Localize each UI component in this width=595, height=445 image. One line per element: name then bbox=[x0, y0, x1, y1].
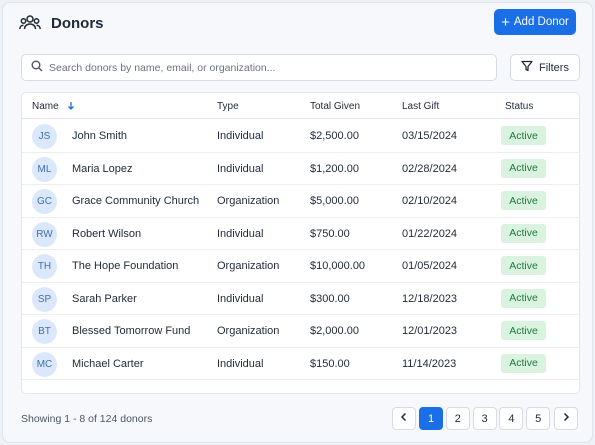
total-given: $2,500.00 bbox=[310, 130, 359, 142]
table-header: Name Type Total Given Last Gift Status bbox=[22, 93, 579, 119]
donor-name[interactable]: Sarah Parker bbox=[72, 293, 137, 305]
avatar: GC bbox=[32, 189, 57, 214]
donor-type: Individual bbox=[217, 130, 264, 142]
status-badge: Active bbox=[501, 191, 546, 210]
page-button-2[interactable]: 2 bbox=[445, 407, 470, 430]
donors-table: Name Type Total Given Last Gift Status J… bbox=[21, 92, 580, 394]
page-button-3[interactable]: 3 bbox=[472, 407, 497, 430]
total-given: $2,000.00 bbox=[310, 325, 359, 337]
last-gift: 03/15/2024 bbox=[402, 130, 458, 142]
last-gift: 12/18/2023 bbox=[402, 292, 458, 305]
column-header-name[interactable]: Name bbox=[32, 101, 75, 113]
column-header-type[interactable]: Type bbox=[217, 101, 239, 112]
donors-window: Donors + Add Donor Filters Name bbox=[2, 2, 593, 443]
page-button-4[interactable]: 4 bbox=[499, 407, 524, 430]
column-header-status[interactable]: Status bbox=[505, 101, 533, 112]
total-given: $5,000.00 bbox=[310, 195, 359, 207]
status-badge: Active bbox=[501, 353, 546, 373]
last-gift: 02/28/2024 bbox=[402, 162, 458, 175]
table-row[interactable]: TH The Hope Foundation Organization $10,000… bbox=[22, 250, 579, 283]
donor-type: Individual bbox=[217, 162, 264, 175]
donor-type: Organization bbox=[217, 325, 280, 337]
column-header-last-gift[interactable]: Last Gift bbox=[402, 101, 439, 112]
filters-button[interactable]: Filters bbox=[510, 54, 580, 81]
table-row[interactable]: JS John Smith Individual $2,500.00 03/15/202… bbox=[22, 120, 579, 153]
sort-arrow-icon[interactable] bbox=[67, 101, 75, 113]
page-button-1[interactable]: 1 bbox=[419, 407, 443, 430]
last-gift: 12/01/2023 bbox=[402, 325, 458, 337]
page-button-5[interactable]: 5 bbox=[526, 407, 551, 430]
donor-name[interactable]: Blessed Tomorrow Fund bbox=[72, 325, 190, 337]
chevron-right-icon bbox=[562, 412, 570, 425]
search-icon bbox=[31, 59, 43, 77]
donor-type: Individual bbox=[217, 292, 264, 305]
chevron-left-icon bbox=[400, 412, 408, 425]
status-badge: Active bbox=[501, 256, 546, 275]
status-badge: Active bbox=[501, 288, 546, 308]
avatar: RW bbox=[32, 221, 57, 247]
donor-name[interactable]: The Hope Foundation bbox=[72, 260, 178, 272]
avatar: SP bbox=[32, 286, 57, 312]
table-row[interactable]: SP Sarah Parker Individual $300.00 12/18/202… bbox=[22, 283, 579, 315]
table-row[interactable]: BT Blessed Tomorrow Fund Organization $2,00… bbox=[22, 315, 579, 348]
donor-type: Individual bbox=[217, 357, 264, 370]
people-group-icon bbox=[19, 12, 41, 34]
last-gift: 01/05/2024 bbox=[402, 260, 458, 272]
filter-icon bbox=[521, 60, 533, 75]
last-gift: 02/10/2024 bbox=[402, 195, 458, 207]
plus-icon: + bbox=[501, 13, 510, 31]
status-badge: Active bbox=[501, 126, 546, 145]
avatar: ML bbox=[32, 156, 57, 182]
avatar: BT bbox=[32, 319, 57, 344]
page-title: Donors bbox=[51, 14, 104, 32]
table-row[interactable]: GC Grace Community Church Organization $5,0… bbox=[22, 185, 579, 218]
donor-name[interactable]: Grace Community Church bbox=[72, 195, 199, 207]
page-header: Donors + Add Donor bbox=[3, 3, 592, 43]
total-given: $1,200.00 bbox=[310, 162, 359, 175]
table-row[interactable]: ML Maria Lopez Individual $1,200.00 02/28/20… bbox=[22, 153, 579, 185]
column-header-total-given[interactable]: Total Given bbox=[310, 101, 360, 112]
add-donor-button[interactable]: + Add Donor bbox=[494, 9, 576, 35]
donor-name[interactable]: Michael Carter bbox=[72, 358, 144, 370]
table-row[interactable]: RW Robert Wilson Individual $750.00 01/22/20… bbox=[22, 218, 579, 250]
filters-label: Filters bbox=[539, 61, 569, 74]
total-given: $150.00 bbox=[310, 357, 350, 370]
donor-name[interactable]: John Smith bbox=[72, 130, 127, 142]
status-badge: Active bbox=[501, 321, 546, 340]
total-given: $300.00 bbox=[310, 292, 350, 305]
donor-type: Organization bbox=[217, 195, 280, 207]
total-given: $750.00 bbox=[310, 227, 350, 240]
pagination: 12345 bbox=[3, 407, 592, 431]
search-box bbox=[21, 54, 497, 81]
avatar: TH bbox=[32, 254, 57, 279]
avatar: MC bbox=[32, 351, 57, 377]
status-badge: Active bbox=[501, 223, 546, 243]
donor-type: Individual bbox=[217, 227, 264, 240]
last-gift: 01/22/2024 bbox=[402, 227, 458, 240]
donor-name[interactable]: Maria Lopez bbox=[72, 163, 133, 175]
prev-page-button[interactable] bbox=[392, 407, 416, 430]
status-badge: Active bbox=[501, 158, 546, 178]
last-gift: 11/14/2023 bbox=[402, 357, 457, 370]
donor-name[interactable]: Robert Wilson bbox=[72, 228, 141, 240]
table-row[interactable]: MC Michael Carter Individual $150.00 11/14/2… bbox=[22, 348, 579, 380]
column-name-label: Name bbox=[32, 101, 59, 112]
search-input[interactable] bbox=[49, 61, 489, 74]
total-given: $10,000.00 bbox=[310, 260, 366, 272]
donor-type: Organization bbox=[217, 260, 280, 272]
avatar: JS bbox=[32, 124, 57, 149]
next-page-button[interactable] bbox=[554, 407, 578, 430]
add-donor-label: Add Donor bbox=[513, 16, 569, 28]
